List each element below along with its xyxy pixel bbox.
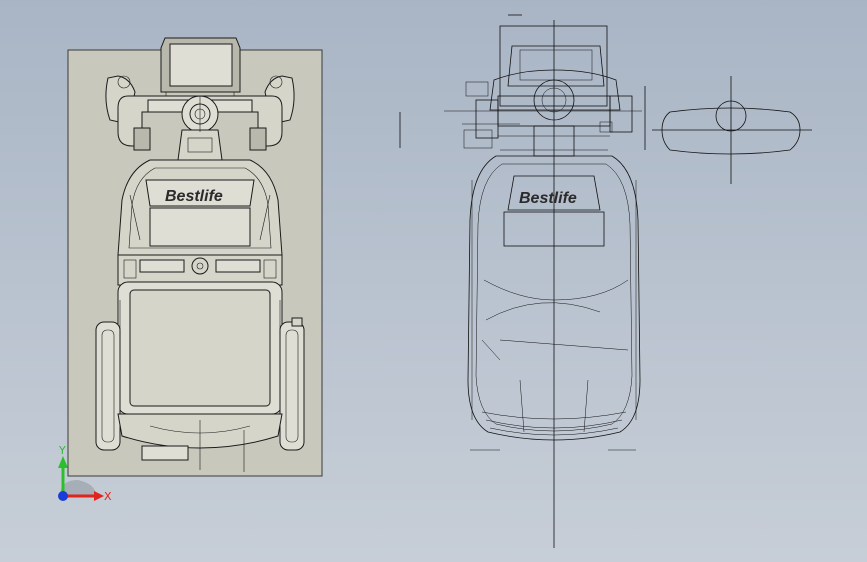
y-axis-label: Y	[58, 444, 66, 457]
seat	[117, 281, 283, 415]
upper-cluster	[444, 25, 642, 157]
x-axis-label: X	[104, 490, 112, 503]
front-shroud: Bestlife	[117, 159, 283, 256]
display-panel	[160, 37, 241, 96]
brand-logo-shaded: Bestlife	[165, 188, 223, 205]
brand-logo-wireframe: Bestlife	[519, 190, 577, 207]
cad-viewport[interactable]: Bestlife Bestlife Y X	[0, 0, 867, 562]
top-view-shaded[interactable]: Bestlife	[67, 37, 323, 477]
front-view-wireframe[interactable]: Bestlife	[399, 14, 646, 548]
deck	[117, 254, 283, 286]
z-axis-dot	[58, 491, 68, 501]
side-view-wireframe[interactable]	[652, 76, 812, 184]
